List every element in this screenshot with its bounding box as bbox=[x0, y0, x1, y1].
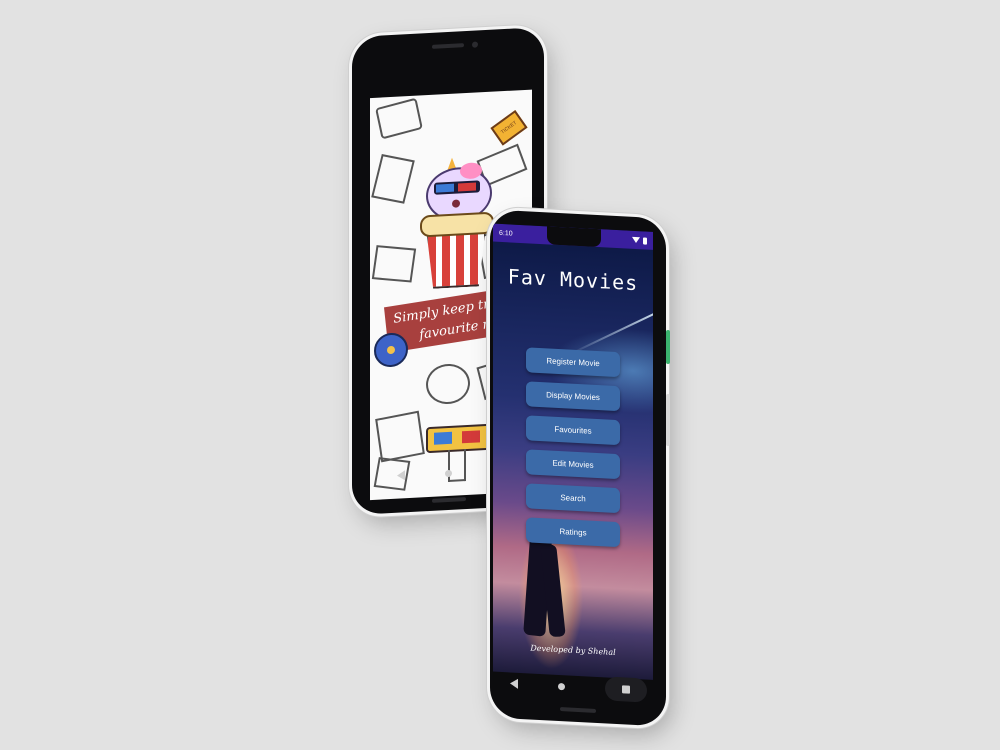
recent-square-icon[interactable] bbox=[621, 685, 630, 694]
doodle-clapper-2 bbox=[375, 410, 425, 463]
status-time: 6:10 bbox=[499, 229, 513, 238]
edit-movies-button[interactable]: Edit Movies bbox=[526, 449, 620, 480]
doodle-cup bbox=[371, 154, 415, 204]
search-button[interactable]: Search bbox=[526, 483, 620, 514]
doodle-reel bbox=[424, 362, 472, 406]
display-movies-button[interactable]: Display Movies bbox=[526, 381, 620, 412]
favourites-button[interactable]: Favourites bbox=[526, 415, 620, 446]
volume-button bbox=[666, 394, 670, 446]
film-reel-icon bbox=[374, 332, 408, 368]
app-title: Fav Movies bbox=[507, 264, 639, 296]
main-menu: Register Movie Display Movies Favourites… bbox=[526, 347, 620, 548]
front-camera bbox=[472, 41, 478, 48]
home-screen: 6:10 Fav Movies Register Movie Display M… bbox=[493, 223, 653, 680]
recents-pill[interactable] bbox=[604, 676, 647, 703]
back-triangle-icon[interactable] bbox=[396, 470, 405, 481]
front-phone-device: 6:10 Fav Movies Register Movie Display M… bbox=[490, 209, 666, 727]
popcorn-top bbox=[420, 211, 494, 238]
home-circle-icon[interactable] bbox=[557, 682, 565, 690]
ticket-label: TICKET bbox=[499, 120, 519, 136]
back-triangle-icon[interactable] bbox=[509, 678, 518, 689]
doodle-film bbox=[371, 245, 417, 283]
earpiece-speaker bbox=[432, 43, 464, 49]
status-icons bbox=[632, 236, 647, 245]
power-button bbox=[666, 330, 670, 364]
ratings-button[interactable]: Ratings bbox=[526, 517, 620, 548]
battery-icon bbox=[643, 236, 647, 245]
comet-streak bbox=[568, 306, 653, 356]
developer-credit: Developed by Shehal bbox=[530, 643, 616, 657]
doodle-clapperboard bbox=[375, 97, 423, 140]
wifi-icon bbox=[632, 236, 640, 244]
display-notch bbox=[547, 226, 601, 248]
home-circle-icon[interactable] bbox=[444, 469, 452, 477]
bottom-speaker bbox=[432, 497, 466, 503]
ticket-icon: TICKET bbox=[490, 109, 528, 146]
register-movie-button[interactable]: Register Movie bbox=[526, 347, 620, 378]
bottom-speaker bbox=[560, 707, 596, 713]
